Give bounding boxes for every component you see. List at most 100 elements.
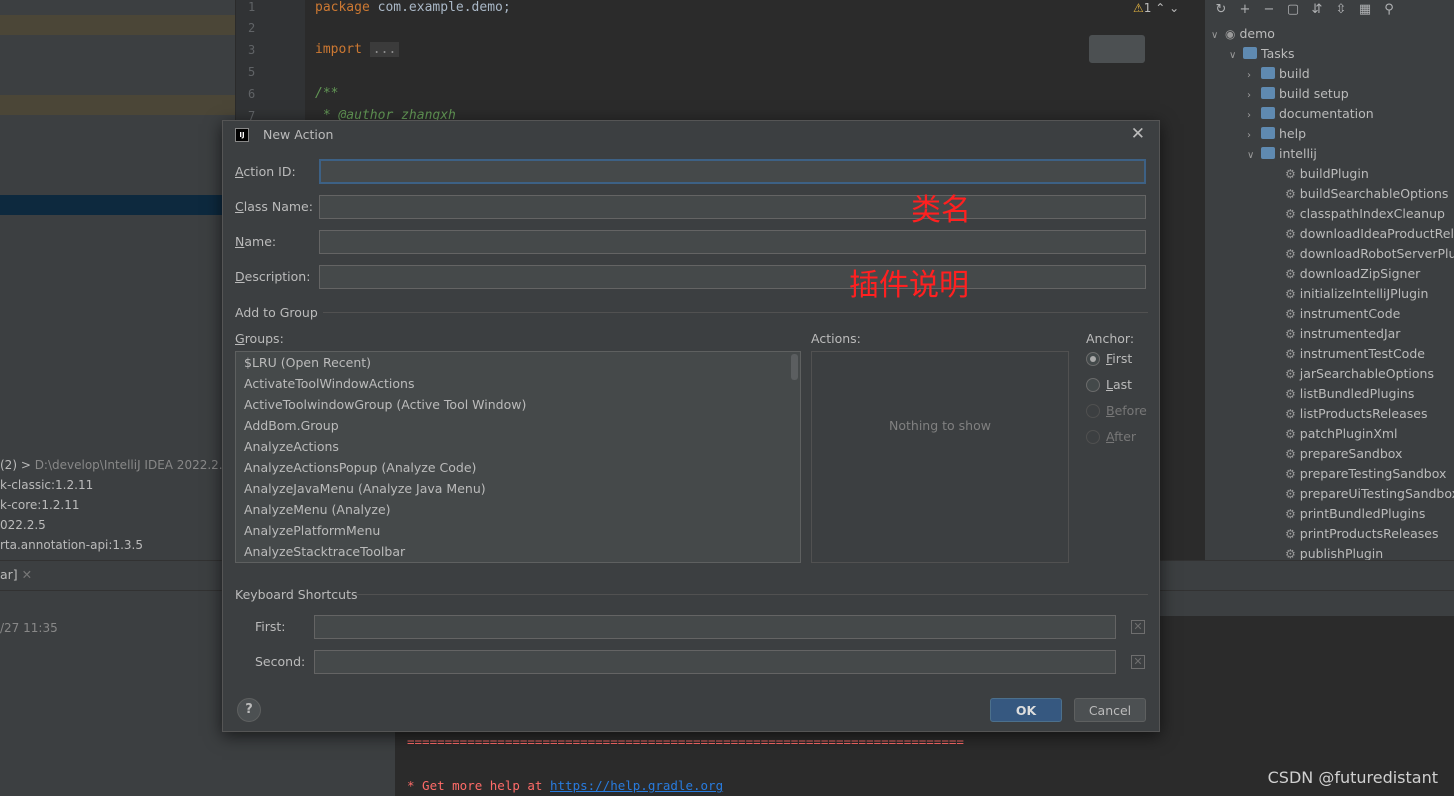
gradle-task[interactable]: ⚙ patchPluginXml bbox=[1285, 424, 1398, 444]
gradle-task[interactable]: ⚙downloadRobotServerPlugin bbox=[1285, 244, 1454, 264]
chevron-right-icon[interactable]: › bbox=[1247, 86, 1261, 106]
dialog-title-bar[interactable]: IJ New Action ✕ bbox=[223, 121, 1159, 149]
gradle-tasks-node[interactable]: ∨ Tasks bbox=[1229, 44, 1295, 64]
name-input[interactable] bbox=[319, 230, 1146, 254]
ok-button[interactable]: OK bbox=[990, 698, 1062, 722]
class-name-input[interactable] bbox=[319, 195, 1146, 219]
gradle-task[interactable]: ⚙ classpathIndexCleanup bbox=[1285, 204, 1445, 224]
second-shortcut-label: Second: bbox=[255, 654, 306, 669]
task-group-build[interactable]: › build bbox=[1247, 64, 1310, 84]
remove-icon[interactable]: − bbox=[1257, 1, 1281, 19]
gradle-task[interactable]: ⚙ prepareTestingSandbox bbox=[1285, 464, 1446, 484]
task-group-help[interactable]: › help bbox=[1247, 124, 1306, 144]
help-button[interactable]: ? bbox=[237, 698, 261, 722]
action-id-input[interactable] bbox=[319, 159, 1146, 184]
run-tab[interactable]: ar] ✕ bbox=[0, 567, 32, 582]
group-list-item[interactable]: ActiveToolwindowGroup (Active Tool Windo… bbox=[236, 394, 800, 415]
chevron-right-icon[interactable]: › bbox=[1247, 106, 1261, 126]
close-icon[interactable]: ✕ bbox=[22, 567, 32, 582]
dependency-row[interactable]: 022.2.5 bbox=[0, 518, 46, 532]
group-list-item[interactable]: AnalyzeActions bbox=[236, 436, 800, 457]
task-group-intellij[interactable]: ∨ intellij bbox=[1247, 144, 1317, 164]
gradle-task[interactable]: ⚙ buildPlugin bbox=[1285, 164, 1369, 184]
groups-list[interactable]: $LRU (Open Recent) ActivateToolWindowActi… bbox=[235, 351, 801, 563]
selected-row[interactable] bbox=[0, 195, 235, 215]
groups-scrollbar[interactable] bbox=[791, 354, 798, 380]
dependency-row[interactable]: rta.annotation-api:1.3.5 bbox=[0, 538, 143, 552]
gradle-root[interactable]: ∨ ◉ demo bbox=[1211, 24, 1275, 44]
gradle-task[interactable]: ⚙ instrumentedJar bbox=[1285, 324, 1400, 344]
code-text: com.example.demo; bbox=[369, 0, 511, 15]
group-list-item[interactable]: AnalyzePlatformMenu bbox=[236, 520, 800, 541]
chevron-down-icon[interactable]: ∨ bbox=[1229, 46, 1243, 66]
first-shortcut-field[interactable] bbox=[314, 615, 1116, 639]
anchor-last-radio[interactable]: Last bbox=[1086, 376, 1132, 394]
chevron-up-icon[interactable]: ⌃ bbox=[1155, 1, 1165, 15]
gradle-help-link[interactable]: https://help.gradle.org bbox=[550, 778, 723, 793]
second-shortcut-field[interactable] bbox=[314, 650, 1116, 674]
gradle-task[interactable]: ⚙ printBundledPlugins bbox=[1285, 504, 1425, 524]
gradle-task-label: jarSearchableOptions bbox=[1299, 366, 1434, 381]
group-list-item[interactable]: AddBom.Group bbox=[236, 415, 800, 436]
actions-list[interactable]: Nothing to show bbox=[811, 351, 1069, 563]
code-line[interactable]: package com.example.demo; bbox=[315, 0, 511, 15]
console-help-line: * Get more help at https://help.gradle.o… bbox=[407, 778, 723, 793]
add-to-group-title: Add to Group bbox=[235, 305, 318, 320]
chevron-down-icon[interactable]: ∨ bbox=[1211, 26, 1225, 46]
warning-counter[interactable]: ⚠1 ⌃ ⌄ bbox=[1133, 1, 1179, 15]
group-list-item[interactable]: AnalyzeMenu (Analyze) bbox=[236, 499, 800, 520]
clear-second-shortcut-icon[interactable]: ✕ bbox=[1131, 655, 1145, 669]
chevron-right-icon[interactable]: › bbox=[1247, 126, 1261, 146]
chevron-down-icon[interactable]: ∨ bbox=[1247, 146, 1261, 166]
gradle-task[interactable]: ⚙ buildSearchableOptions bbox=[1285, 184, 1448, 204]
clear-first-shortcut-icon[interactable]: ✕ bbox=[1131, 620, 1145, 634]
gradle-task-label: printBundledPlugins bbox=[1299, 506, 1426, 521]
refresh-icon[interactable]: ↻ bbox=[1209, 1, 1233, 19]
close-icon[interactable]: ✕ bbox=[1131, 124, 1145, 144]
execute-task-icon[interactable]: ▢ bbox=[1281, 1, 1305, 19]
gradle-task[interactable]: ⚙ instrumentCode bbox=[1285, 304, 1400, 324]
gradle-reload-notification[interactable] bbox=[1089, 35, 1145, 63]
group-list-item[interactable]: $LRU (Open Recent) bbox=[236, 352, 800, 373]
gradle-task[interactable]: ⚙ downloadZipSigner bbox=[1285, 264, 1420, 284]
group-list-item[interactable]: AnalyzeJavaMenu (Analyze Java Menu) bbox=[236, 478, 800, 499]
anchor-first-radio[interactable]: First bbox=[1086, 350, 1132, 368]
group-list-item[interactable]: AnalyzeStacktraceToolbar bbox=[236, 541, 800, 562]
folded-imports[interactable]: ... bbox=[369, 42, 400, 57]
gradle-task[interactable]: ⚙ initializeIntelliJPlugin bbox=[1285, 284, 1428, 304]
chevron-down-icon[interactable]: ⌄ bbox=[1169, 1, 1179, 15]
gradle-task[interactable]: ⚙ jarSearchableOptions bbox=[1285, 364, 1434, 384]
group-list-item[interactable]: AnalyzeActionsPopup (Analyze Code) bbox=[236, 457, 800, 478]
collapse-all-icon[interactable]: ⇳ bbox=[1329, 1, 1353, 19]
expand-all-icon[interactable]: ⇵ bbox=[1305, 1, 1329, 19]
folder-icon bbox=[1261, 107, 1275, 119]
gradle-task[interactable]: ⚙ printProductsReleases bbox=[1285, 524, 1438, 544]
dependency-label: k-core:1.2.11 bbox=[0, 498, 80, 512]
chevron-right-icon[interactable]: › bbox=[1247, 66, 1261, 86]
code-line[interactable]: import ... bbox=[315, 42, 400, 57]
folder-icon bbox=[1243, 47, 1257, 59]
gradle-task[interactable]: ⚙ listBundledPlugins bbox=[1285, 384, 1414, 404]
dialog-title: New Action bbox=[263, 127, 334, 142]
dependency-row[interactable]: k-core:1.2.11 bbox=[0, 498, 79, 512]
gradle-task[interactable]: ⚙ prepareUiTestingSandbox bbox=[1285, 484, 1454, 504]
analyze-icon[interactable]: ⚲ bbox=[1377, 1, 1401, 19]
code-comment[interactable]: /** bbox=[315, 86, 338, 101]
description-input[interactable] bbox=[319, 265, 1146, 289]
highlighted-row[interactable] bbox=[0, 15, 235, 35]
gradle-task[interactable]: ⚙ publishPlugin bbox=[1285, 544, 1383, 560]
gradle-task[interactable]: ⚙ instrumentTestCode bbox=[1285, 344, 1425, 364]
gradle-task[interactable]: ⚙ prepareSandbox bbox=[1285, 444, 1402, 464]
dependency-row[interactable]: (2) > D:\develop\IntelliJ IDEA 2022.2.5 bbox=[0, 458, 230, 472]
group-list-item[interactable]: ActivateToolWindowActions bbox=[236, 373, 800, 394]
task-group-label: documentation bbox=[1279, 106, 1374, 121]
add-icon[interactable]: + bbox=[1233, 1, 1257, 19]
task-group-documentation[interactable]: › documentation bbox=[1247, 104, 1374, 124]
highlighted-row[interactable] bbox=[0, 95, 235, 115]
gradle-task[interactable]: ⚙ listProductsReleases bbox=[1285, 404, 1427, 424]
gradle-task[interactable]: ⚙downloadIdeaProductReleasesXml bbox=[1285, 224, 1454, 244]
dependency-row[interactable]: k-classic:1.2.11 bbox=[0, 478, 93, 492]
cancel-button[interactable]: Cancel bbox=[1074, 698, 1146, 722]
task-group-build-setup[interactable]: › build setup bbox=[1247, 84, 1349, 104]
group-modules-icon[interactable]: ▦ bbox=[1353, 1, 1377, 19]
